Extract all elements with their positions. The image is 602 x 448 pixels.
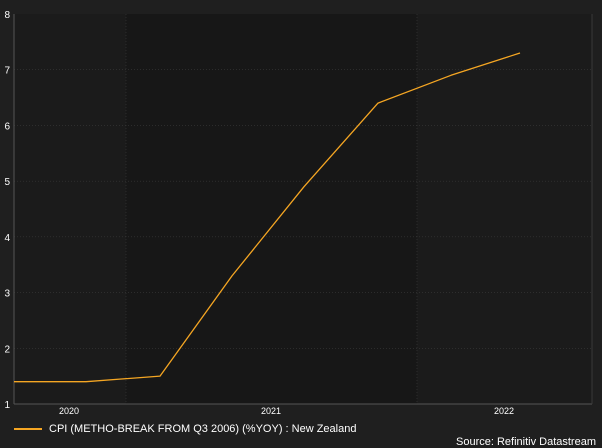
- source-label: Source: Refinitiv Datastream: [456, 436, 596, 448]
- y-axis: 1 2 3 4 5 6 7 8: [4, 10, 10, 411]
- year-band-2021: [126, 14, 417, 404]
- y-tick-label: 4: [4, 233, 10, 244]
- y-tick-label: 8: [4, 10, 10, 21]
- legend-label: CPI (METHO-BREAK FROM Q3 2006) (%YOY) : …: [49, 423, 357, 435]
- x-tick-label: 2021: [261, 406, 281, 416]
- legend: CPI (METHO-BREAK FROM Q3 2006) (%YOY) : …: [14, 422, 356, 436]
- year-band-2020: [14, 14, 126, 404]
- legend-swatch: [14, 428, 42, 430]
- y-tick-label: 7: [4, 66, 10, 77]
- x-axis: 2020 2021 2022: [59, 406, 514, 416]
- chart: 1 2 3 4 5 6 7 8 2020 2021 2022: [4, 10, 593, 416]
- y-tick-label: 5: [4, 177, 10, 188]
- y-tick-label: 3: [4, 289, 10, 300]
- year-band-2022: [417, 14, 592, 404]
- y-tick-label: 1: [4, 400, 10, 411]
- year-bands: [14, 14, 592, 404]
- y-tick-label: 6: [4, 121, 10, 132]
- x-tick-label: 2022: [494, 406, 514, 416]
- y-tick-label: 2: [4, 344, 10, 355]
- x-tick-label: 2020: [59, 406, 79, 416]
